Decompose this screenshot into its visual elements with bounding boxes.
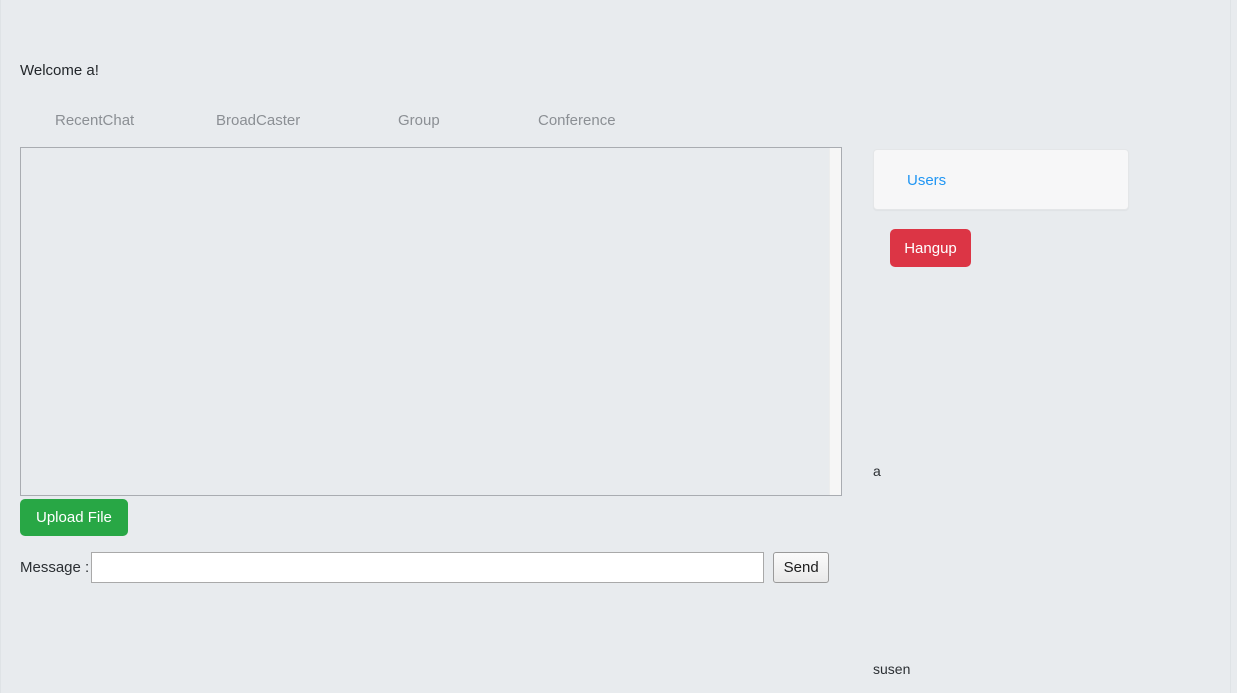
page-right-edge-rule <box>1230 0 1231 693</box>
user-list-item-susen[interactable]: susen <box>873 661 910 677</box>
tab-group[interactable]: Group <box>398 112 440 129</box>
message-input-label: Message : <box>20 559 90 576</box>
message-compose-row: Message : Send <box>20 551 830 584</box>
main-tab-bar: RecentChat BroadCaster Group Conference <box>20 112 843 140</box>
chat-log-scrollbar[interactable] <box>829 148 841 495</box>
tab-conference[interactable]: Conference <box>538 112 616 129</box>
chat-log-panel[interactable] <box>20 147 842 496</box>
user-list-item-a[interactable]: a <box>873 463 881 479</box>
users-link[interactable]: Users <box>907 172 946 189</box>
users-card: Users <box>873 149 1129 210</box>
tab-broadcaster[interactable]: BroadCaster <box>216 112 300 129</box>
send-button[interactable]: Send <box>773 552 830 583</box>
hangup-button[interactable]: Hangup <box>890 229 971 267</box>
tab-recentchat[interactable]: RecentChat <box>55 112 134 129</box>
chat-log-content <box>21 148 829 495</box>
welcome-message: Welcome a! <box>20 62 99 79</box>
upload-file-button[interactable]: Upload File <box>20 499 128 536</box>
page-left-edge-rule <box>0 0 1 693</box>
message-input[interactable] <box>91 552 765 583</box>
